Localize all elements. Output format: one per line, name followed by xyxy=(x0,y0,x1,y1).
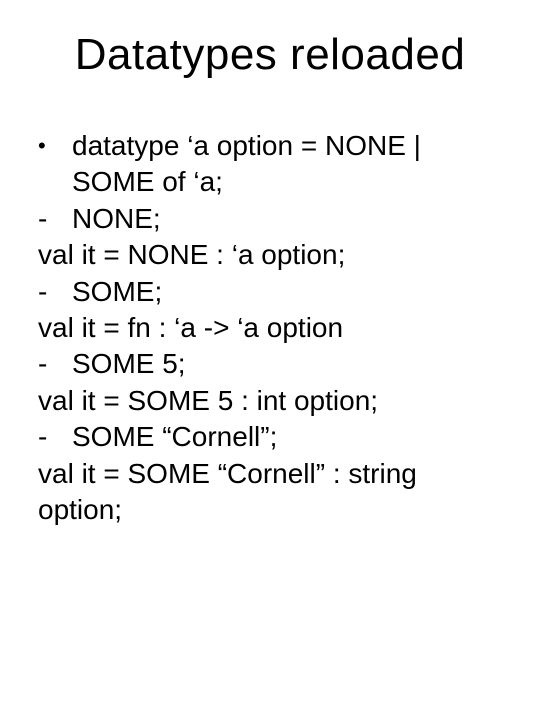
line-text: SOME 5; xyxy=(72,346,502,382)
slide: Datatypes reloaded • datatype ‘a option … xyxy=(0,0,540,720)
output-line-2: val it = fn : ‘a -> ‘a option xyxy=(38,310,502,346)
line-text: SOME “Cornell”; xyxy=(72,419,502,455)
bullet-line-1: • datatype ‘a option = NONE | SOME of ‘a… xyxy=(38,128,502,201)
dash-line-2: - SOME; xyxy=(38,274,502,310)
line-text: datatype ‘a option = NONE | SOME of ‘a; xyxy=(72,128,502,201)
slide-body: • datatype ‘a option = NONE | SOME of ‘a… xyxy=(38,128,502,528)
dash-icon: - xyxy=(38,346,72,382)
bullet-icon: • xyxy=(38,128,72,164)
dash-line-1: - NONE; xyxy=(38,201,502,237)
line-text: val it = NONE : ‘a option; xyxy=(38,237,502,273)
line-text: val it = fn : ‘a -> ‘a option xyxy=(38,310,502,346)
output-line-4: val it = SOME “Cornell” : string option; xyxy=(38,456,502,529)
line-text: NONE; xyxy=(72,201,502,237)
line-text: val it = SOME “Cornell” : string option; xyxy=(38,456,502,529)
dash-line-4: - SOME “Cornell”; xyxy=(38,419,502,455)
output-line-3: val it = SOME 5 : int option; xyxy=(38,383,502,419)
line-text: val it = SOME 5 : int option; xyxy=(38,383,502,419)
slide-title: Datatypes reloaded xyxy=(38,30,502,80)
line-text: SOME; xyxy=(72,274,502,310)
dash-icon: - xyxy=(38,274,72,310)
dash-icon: - xyxy=(38,419,72,455)
dash-line-3: - SOME 5; xyxy=(38,346,502,382)
output-line-1: val it = NONE : ‘a option; xyxy=(38,237,502,273)
dash-icon: - xyxy=(38,201,72,237)
